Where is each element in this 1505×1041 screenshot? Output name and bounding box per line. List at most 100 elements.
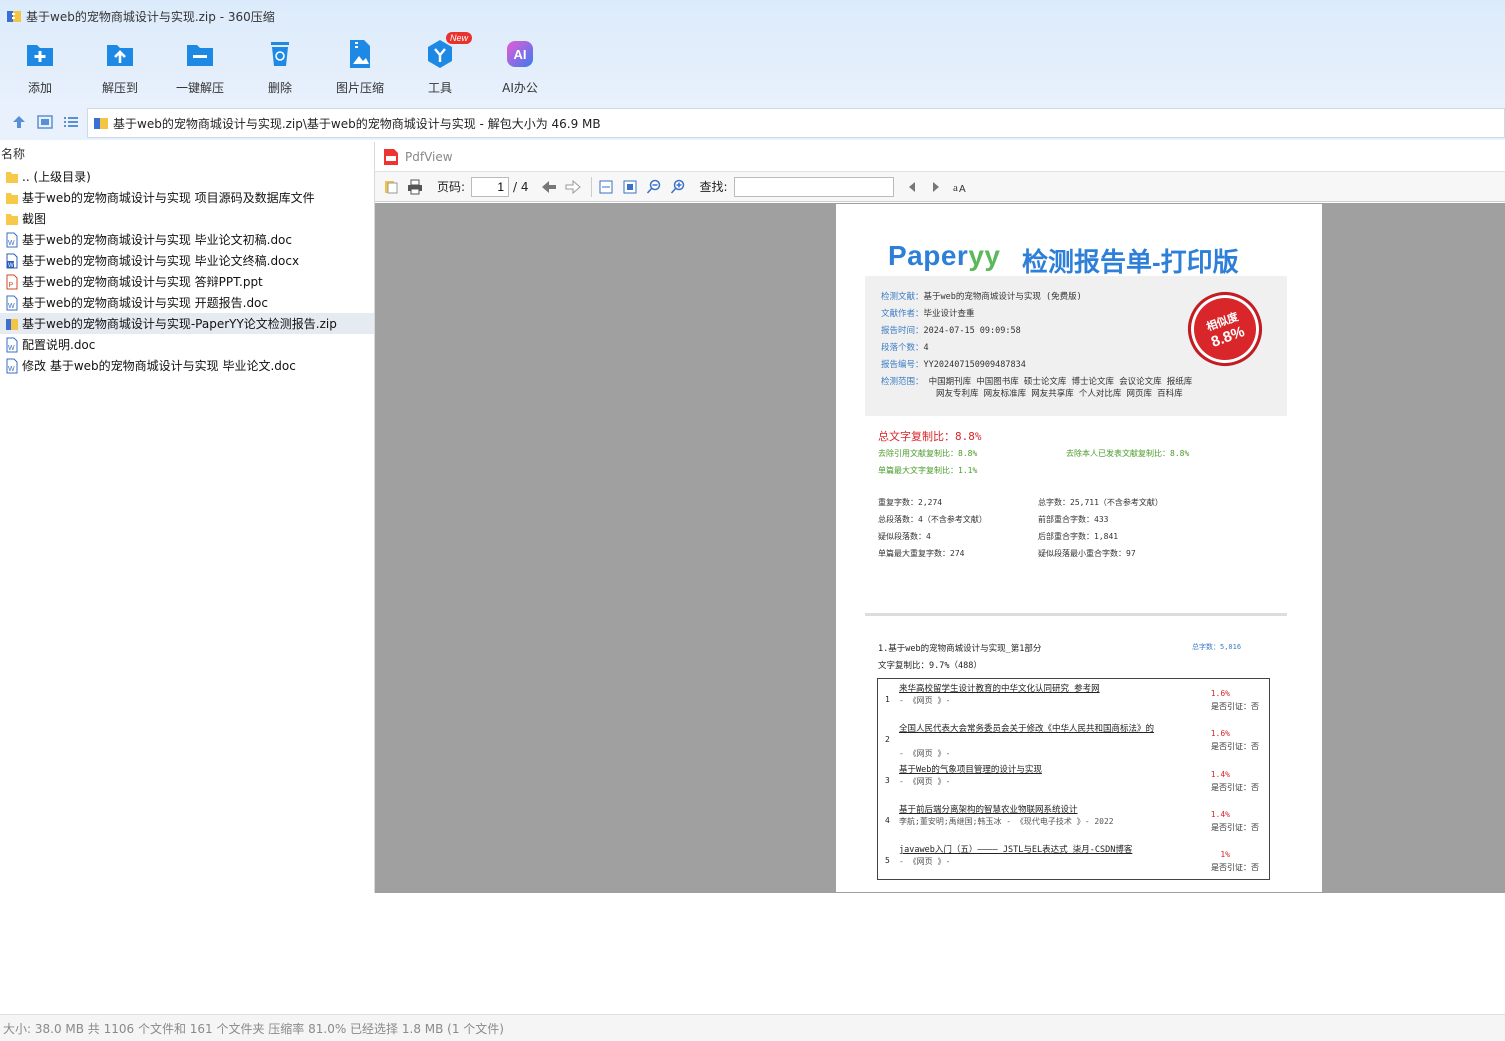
add-button[interactable]: 添加 (0, 38, 80, 100)
file-name: 基于web的宠物商城设计与实现-PaperYY论文检测报告.zip (22, 317, 337, 331)
file-name: 截图 (22, 212, 47, 226)
status-bar: 大小: 38.0 MB 共 1106 个文件和 161 个文件夹 压缩率 81.… (0, 1014, 1505, 1041)
file-row[interactable]: W 基于web的宠物商城设计与实现 开题报告.doc (0, 292, 374, 313)
new-badge: New (446, 32, 473, 44)
arrow-right-icon (565, 179, 581, 194)
stat-left: 总段落数：4（不含参考文献） (878, 515, 987, 524)
find-next-button[interactable] (926, 177, 946, 197)
page-number-input[interactable] (471, 176, 510, 197)
image-compress-label: 图片压缩 (335, 81, 384, 95)
ai-office-button[interactable]: AI AI办公 (480, 38, 560, 100)
info-line: 报告时间：2024-07-15 09:09:58 (881, 326, 1021, 336)
word-doc-icon: W (6, 253, 18, 269)
page-total: / 4 (513, 179, 529, 194)
delete-button[interactable]: 删除 (240, 38, 320, 100)
file-row[interactable]: P 基于web的宠物商城设计与实现 答辩PPT.ppt (0, 271, 374, 292)
pdf-view-title: PdfView (405, 149, 453, 164)
folder-icon (6, 192, 18, 204)
one-click-extract-button[interactable]: 一键解压 (160, 38, 240, 100)
paperyy-logo: Paperyy (888, 240, 1000, 272)
address-bar[interactable]: 基于web的宠物商城设计与实现.zip\基于web的宠物商城设计与实现 - 解包… (87, 108, 1505, 138)
stat-right: 前部重合字数：433 (1038, 515, 1109, 524)
fit-page-icon (623, 180, 637, 193)
svg-text:AI: AI (514, 47, 527, 62)
section-total: 总字数：5,016 (1192, 643, 1242, 651)
word-doc-icon: W (6, 232, 18, 247)
fit-page-button[interactable] (620, 177, 640, 197)
similar-source: 2 全国人民代表大会常务委员会关于修改《中华人民共和国商标法》的 - 《网页 》-… (885, 724, 1259, 758)
add-label: 添加 (27, 81, 52, 95)
up-arrow-icon[interactable] (10, 114, 28, 130)
title-bar: 基于web的宠物商城设计与实现.zip - 360压缩 (0, 0, 1505, 32)
find-input[interactable] (733, 176, 894, 197)
find-label: 查找: (699, 180, 728, 194)
powerpoint-icon: P (6, 274, 18, 289)
find-prev-button[interactable] (902, 177, 922, 197)
section-title: 1.基于web的宠物商城设计与实现_第1部分 (878, 644, 1042, 654)
file-name: 配置说明.doc (22, 338, 96, 352)
info-line-cont: 网友专利库 网友标准库 网友共享库 个人对比库 网页库 百科库 (936, 389, 1183, 399)
svg-text:W: W (8, 345, 15, 352)
open-button[interactable] (381, 177, 401, 197)
file-row[interactable]: 截图 (0, 208, 374, 229)
page-label: 页码: (437, 180, 466, 194)
file-row[interactable]: W 基于web的宠物商城设计与实现 毕业论文初稿.doc (0, 229, 374, 250)
zip-app-icon (7, 11, 21, 22)
svg-text:a: a (953, 182, 958, 194)
one-click-extract-label: 一键解压 (175, 81, 224, 95)
similar-source: 5 javaweb入门（五）———— JSTL与EL表达式_柒月-CSDN博客 -… (885, 845, 1259, 872)
stat-right: 总字数：25,711（不含参考文献） (1038, 498, 1163, 507)
next-page-button[interactable] (563, 177, 583, 197)
tools-button[interactable]: New 工具 (400, 32, 480, 100)
match-case-button[interactable]: aA (950, 177, 970, 197)
main-toolbar: 添加 解压到 一键解压 删除 图片压缩 New 工具 AI AI办公 (0, 32, 560, 100)
file-row[interactable]: W 配置说明.doc (0, 334, 374, 355)
zoom-out-button[interactable] (644, 177, 664, 197)
file-row[interactable]: 基于web的宠物商城设计与实现 项目源码及数据库文件 (0, 187, 374, 208)
open-icon (385, 180, 398, 193)
svg-text:W: W (8, 240, 15, 247)
file-row[interactable]: 基于web的宠物商城设计与实现-PaperYY论文检测报告.zip (0, 313, 374, 334)
svg-text:A: A (959, 184, 966, 195)
file-row[interactable]: W 修改 基于web的宠物商城设计与实现 毕业论文.doc (0, 355, 374, 376)
fit-width-icon (599, 180, 613, 193)
file-name: .. (上级目录) (22, 170, 91, 184)
section-copy-ratio: 文字复制比：9.7%（488） (878, 661, 982, 671)
file-row[interactable]: W 基于web的宠物商城设计与实现 毕业论文终稿.docx (0, 250, 374, 271)
pdf-toolbar: 页码: / 4 查找: aA (375, 172, 1505, 202)
zoom-in-button[interactable] (668, 177, 688, 197)
info-line: 文献作者：毕业设计查重 (881, 309, 975, 319)
image-compress-button[interactable]: 图片压缩 (320, 38, 400, 100)
section-divider (865, 613, 1287, 616)
zoom-in-icon (670, 179, 684, 193)
add-icon (27, 45, 53, 66)
single-max-ratio: 单篇最大文字复制比：1.1% (878, 466, 978, 475)
stat-right: 疑似段落最小重合字数：97 (1038, 549, 1136, 558)
logo-text: Paper (888, 240, 969, 271)
pdf-icon (384, 148, 398, 165)
print-button[interactable] (405, 177, 425, 197)
delete-label: 删除 (267, 81, 292, 95)
info-line: 段落个数：4 (881, 343, 929, 353)
stat-left: 单篇最大重复字数：274 (878, 549, 965, 558)
logo-yy: yy (968, 240, 1001, 271)
folder-icon (6, 171, 18, 183)
prev-page-button[interactable] (539, 177, 559, 197)
svg-text:P: P (9, 282, 14, 289)
svg-text:W: W (8, 263, 14, 269)
info-line: 检测文献：基于web的宠物商城设计与实现 (免费版) (881, 292, 1082, 302)
name-column-header[interactable]: 名称 (0, 142, 374, 166)
triangle-right-icon (932, 181, 939, 192)
fit-width-button[interactable] (596, 177, 616, 197)
thumbnail-view-icon[interactable] (36, 114, 54, 130)
pdf-canvas[interactable]: Paperyy 检测报告单-打印版 检测文献：基于web的宠物商城设计与实现 (… (375, 203, 1505, 893)
match-case-icon: aA (953, 182, 966, 195)
pdf-view-titlebar: PdfView (375, 142, 1505, 172)
extract-to-icon (107, 45, 133, 66)
info-line: 检测范围： 中国期刊库 中国图书库 硕士论文库 博士论文库 会议论文库 报纸库 (881, 377, 1193, 387)
word-doc-icon: W (6, 295, 18, 310)
file-row[interactable]: .. (上级目录) (0, 166, 374, 187)
list-view-icon[interactable] (62, 114, 80, 130)
report-title: 检测报告单-打印版 (1022, 247, 1239, 277)
extract-to-button[interactable]: 解压到 (80, 38, 160, 100)
